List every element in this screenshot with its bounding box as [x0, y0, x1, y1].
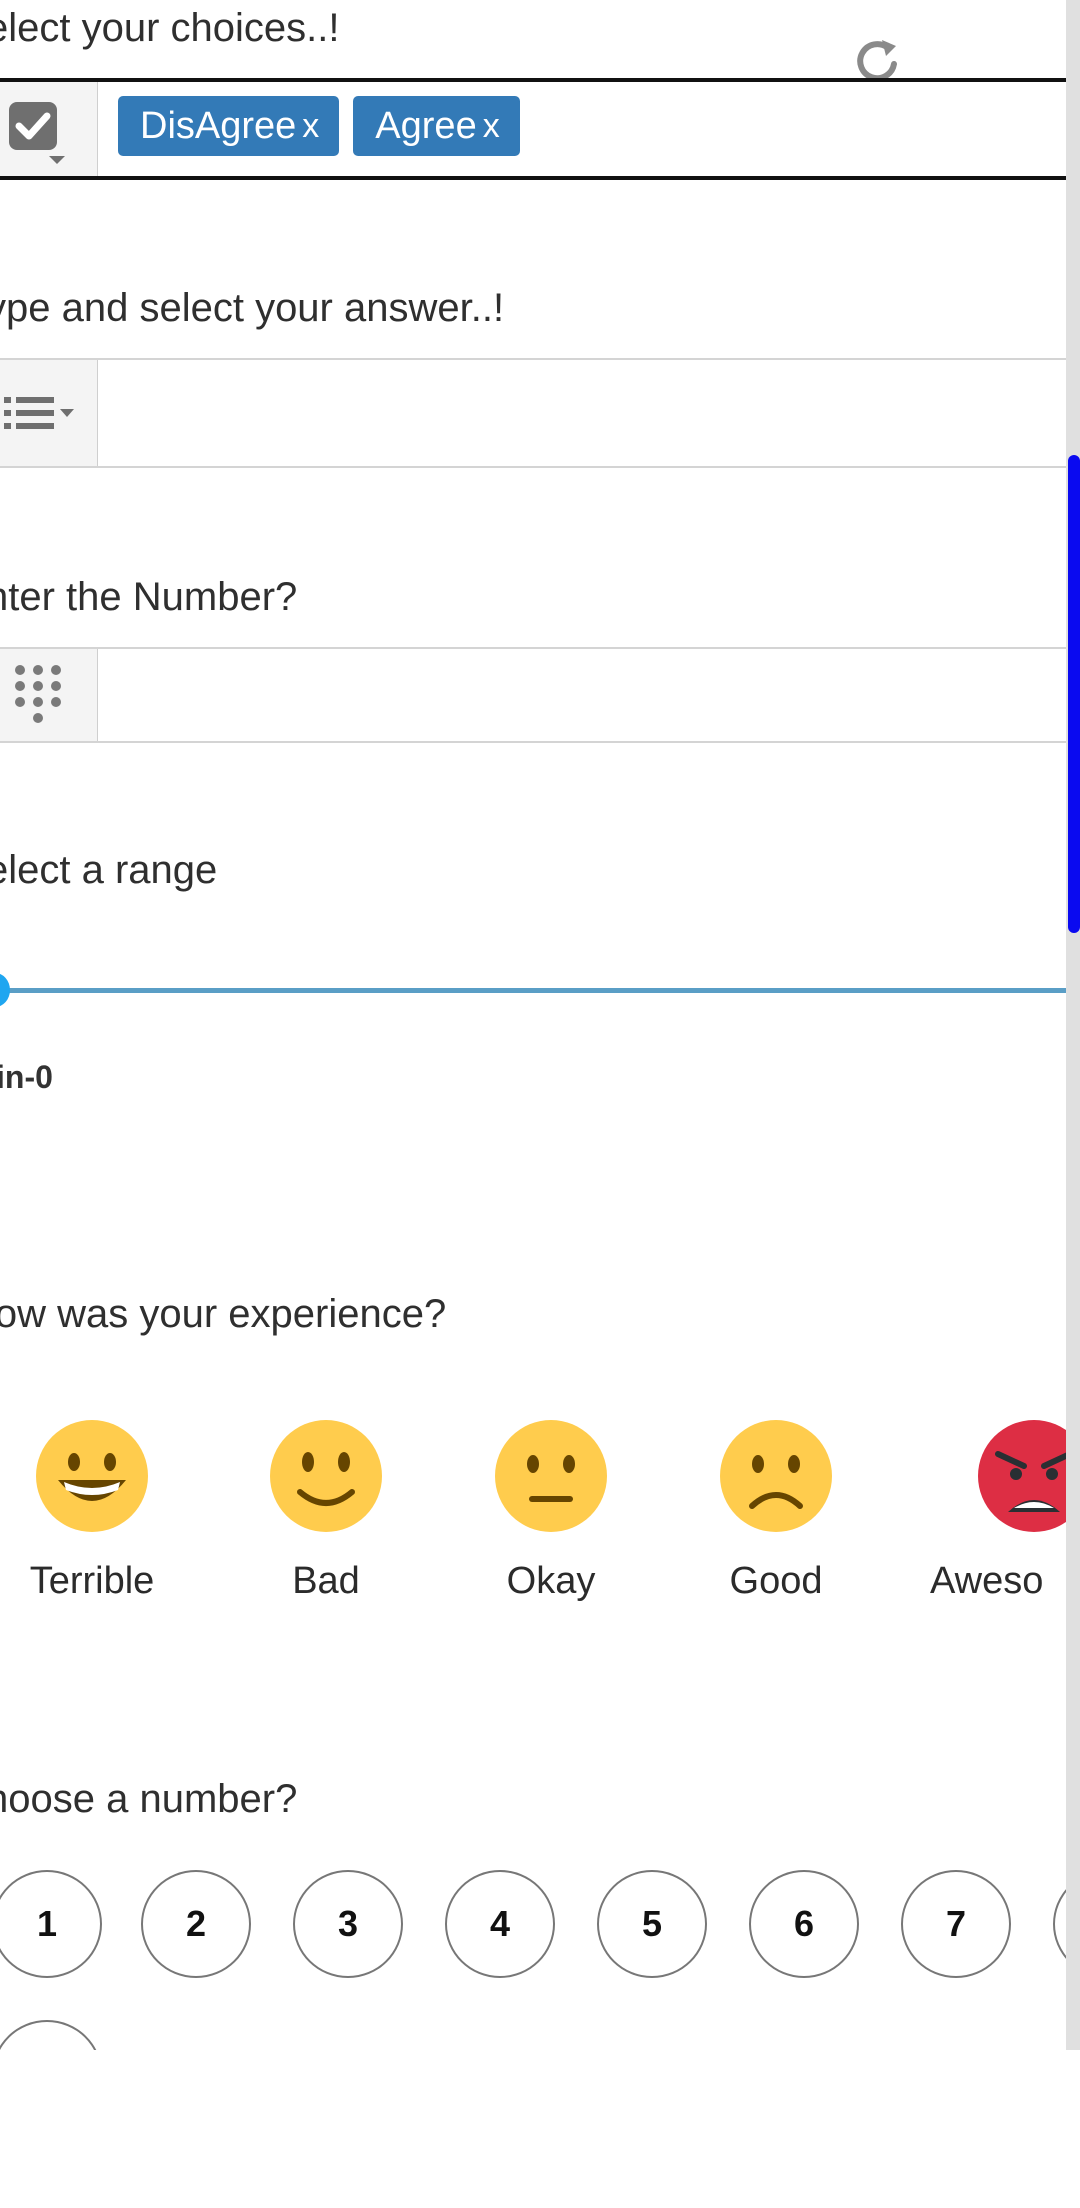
- angry-face-icon: [978, 1420, 1066, 1532]
- list-dropdown-icon[interactable]: [0, 360, 98, 466]
- answer-question: ype and select your answer..!: [0, 286, 505, 330]
- tag-label: DisAgree: [140, 104, 297, 147]
- tag-agree: Agree x: [353, 96, 520, 156]
- form-page: elect your choices..! DisAgree x Agree x…: [0, 0, 1066, 2050]
- number-option-3[interactable]: 3: [293, 1870, 403, 1978]
- rating-option-bad[interactable]: Bad: [226, 1418, 426, 1603]
- number-option-7[interactable]: 7: [901, 1870, 1011, 1978]
- tag-disagree: DisAgree x: [118, 96, 340, 156]
- number-option-2[interactable]: 2: [141, 1870, 251, 1978]
- experience-question: low was your experience?: [0, 1292, 447, 1336]
- number-option-8[interactable]: [1053, 1870, 1066, 1978]
- answer-input[interactable]: [98, 360, 1066, 466]
- choices-multiselect[interactable]: DisAgree x Agree x: [0, 78, 1066, 180]
- rating-label: Terrible: [29, 1560, 155, 1602]
- dialpad-icon: [0, 649, 98, 741]
- number-option-next-row[interactable]: [0, 2020, 102, 2050]
- rating-option-terrible[interactable]: Terrible: [0, 1418, 192, 1603]
- number-option-6[interactable]: 6: [749, 1870, 859, 1978]
- rating-option-okay[interactable]: Okay: [451, 1418, 651, 1603]
- scrollbar-track[interactable]: [1066, 0, 1080, 2050]
- frowning-face-icon: [720, 1420, 832, 1532]
- scrollbar-thumb[interactable]: [1068, 455, 1080, 933]
- rating-label: Bad: [292, 1560, 360, 1602]
- range-min-label: in-0: [0, 1059, 53, 1095]
- rating-label: Aweso: [930, 1560, 1044, 1602]
- answer-row: [0, 358, 1066, 468]
- rating-label: Good: [729, 1560, 823, 1602]
- choices-input[interactable]: DisAgree x Agree x: [98, 82, 1066, 176]
- range-slider[interactable]: [0, 973, 1066, 1018]
- rating-option-good[interactable]: Good: [676, 1418, 876, 1603]
- choices-question: elect your choices..!: [0, 6, 340, 50]
- slightly-smiling-face-icon: [270, 1420, 382, 1532]
- number-question: nter the Number?: [0, 575, 298, 619]
- selected-tags: DisAgree x Agree x: [118, 96, 520, 156]
- experience-rating: Terrible Bad Okay Good Aweso: [0, 1418, 1066, 1618]
- number-option-4[interactable]: 4: [445, 1870, 555, 1978]
- slider-handle[interactable]: [0, 973, 10, 1007]
- range-question: elect a range: [0, 848, 218, 892]
- tag-remove-button[interactable]: x: [483, 107, 500, 146]
- number-row: [0, 647, 1066, 743]
- tag-label: Agree: [375, 104, 477, 147]
- rating-label: Okay: [506, 1560, 596, 1602]
- checkbox-dropdown-icon[interactable]: [0, 82, 98, 176]
- number-input[interactable]: [98, 649, 1066, 741]
- neutral-face-icon: [495, 1420, 607, 1532]
- grinning-face-icon: [36, 1420, 148, 1532]
- number-option-1[interactable]: 1: [0, 1870, 102, 1978]
- rating-option-awesome[interactable]: Aweso: [930, 1418, 1066, 1603]
- slider-track[interactable]: [0, 988, 1066, 993]
- number-option-5[interactable]: 5: [597, 1870, 707, 1978]
- choose-number-question: hoose a number?: [0, 1777, 298, 1821]
- tag-remove-button[interactable]: x: [302, 107, 319, 146]
